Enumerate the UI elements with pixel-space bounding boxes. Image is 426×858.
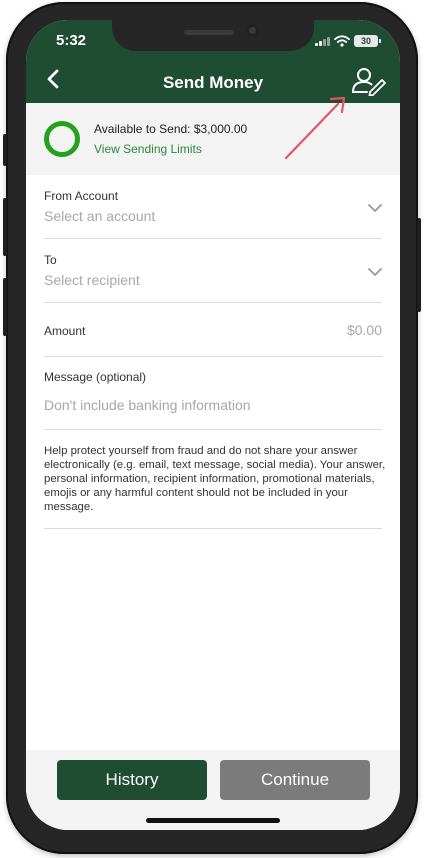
history-button[interactable]: History (57, 760, 207, 800)
amount-label: Amount (44, 324, 86, 338)
notch (112, 20, 314, 51)
status-time: 5:32 (56, 32, 87, 49)
silent-switch (3, 134, 7, 166)
amount-field[interactable]: Amount $0.00 (44, 312, 382, 357)
battery-icon: 30 (354, 35, 381, 47)
home-indicator (146, 818, 280, 823)
message-label: Message (optional) (44, 370, 147, 384)
divider (44, 528, 382, 529)
to-label: To (44, 253, 57, 267)
view-sending-limits-link[interactable]: View Sending Limits (94, 142, 202, 156)
to-field[interactable]: To Select recipient (44, 247, 382, 303)
app-screen: 5:32 30 Send Money Available to Send: $3… (26, 20, 400, 830)
volume-up-button (3, 198, 7, 256)
signal-icon (315, 36, 330, 46)
from-account-placeholder: Select an account (44, 208, 156, 224)
chevron-down-icon (368, 268, 382, 276)
wifi-icon (334, 35, 350, 47)
continue-button[interactable]: Continue (220, 760, 370, 800)
fraud-warning-text: Help protect yourself from fraud and do … (44, 445, 386, 513)
volume-down-button (3, 278, 7, 336)
from-account-label: From Account (44, 189, 119, 203)
to-placeholder: Select recipient (44, 272, 140, 288)
message-placeholder: Don't include banking information (44, 397, 251, 413)
speaker (184, 30, 234, 35)
page-title: Send Money (162, 73, 264, 92)
camera-icon (246, 24, 259, 37)
manage-recipients-button[interactable] (350, 66, 386, 97)
message-field[interactable]: Message (optional) Don't include banking… (44, 366, 382, 430)
from-account-field[interactable]: From Account Select an account (44, 183, 382, 239)
chevron-down-icon (368, 204, 382, 212)
power-button (417, 218, 421, 312)
amount-value: $0.00 (346, 322, 382, 338)
sending-limit-ring-icon (44, 121, 80, 157)
person-pencil-icon (352, 68, 386, 97)
available-to-send-card: Available to Send: $3,000.00 View Sendin… (26, 103, 400, 175)
app-header: 5:32 30 Send Money (26, 20, 400, 103)
status-icons: 30 (315, 34, 381, 48)
available-amount: Available to Send: $3,000.00 (94, 122, 248, 136)
